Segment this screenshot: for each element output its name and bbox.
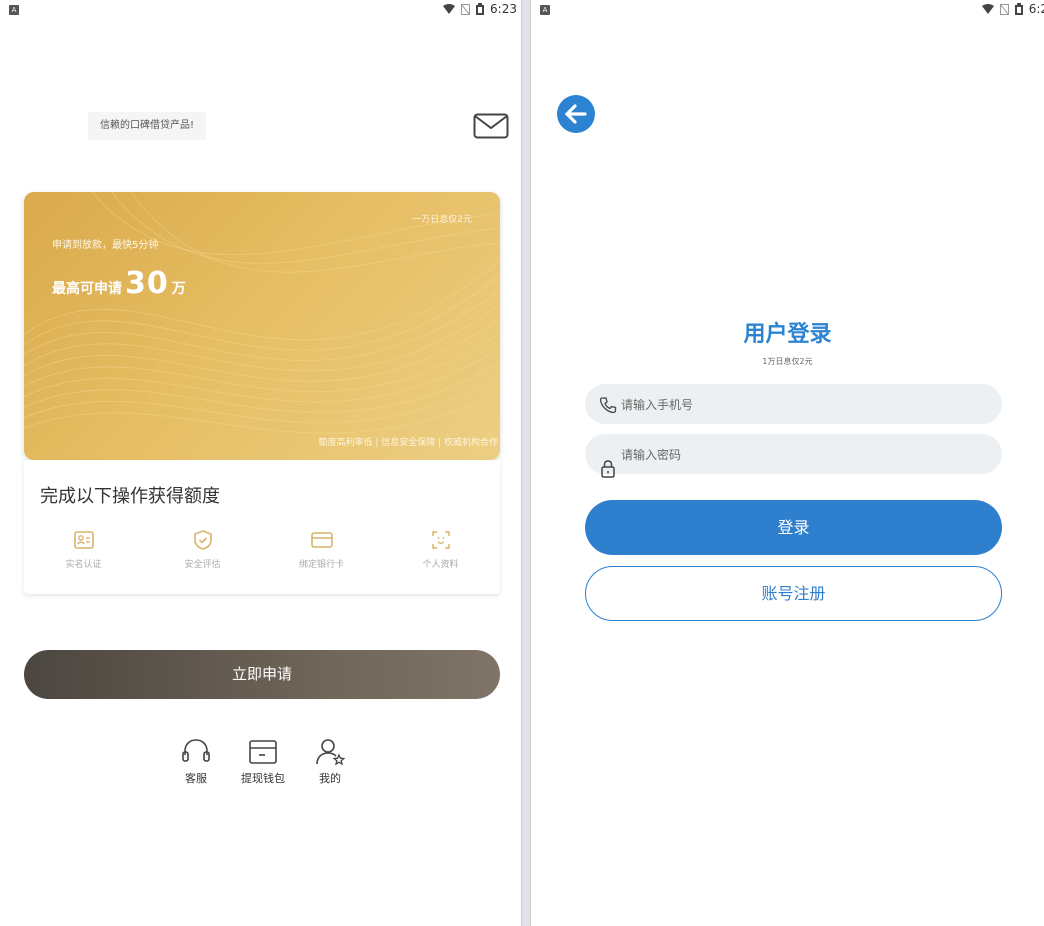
nav-profile[interactable]: 我的 [302,738,358,798]
password-placeholder: 请输入密码 [621,448,682,462]
card-max-amount: 最高可申请 30 万 [52,266,186,301]
task-label: 安全评估 [184,560,221,570]
screen-divider [521,0,531,926]
tasks-row: 实名认证 安全评估 绑定银行卡 个人资料 [24,530,500,570]
clock: 6:23 [490,2,517,16]
nav-label: 客服 [185,772,207,785]
back-button[interactable] [557,95,595,133]
card-wave-pattern [24,192,500,434]
login-button[interactable]: 登录 [585,500,1002,555]
id-card-icon [73,531,94,549]
arrow-left-icon [565,104,587,124]
task-label: 实名认证 [65,560,102,570]
bottom-nav: 客服 提现钱包 我的 [168,738,358,798]
wifi-icon [981,4,994,14]
max-prefix: 最高可申请 [52,281,122,297]
task-bind-card[interactable]: 绑定银行卡 [262,530,381,570]
clock: 6:2 [1028,2,1044,16]
home-screen: A 6:23 信赖的口碑借贷产品! 一万日息仅2元 申请到放款，最快5分钟 最高… [0,0,521,926]
max-number: 30 [125,266,169,301]
nav-customer-service[interactable]: 客服 [168,738,224,798]
status-bar: A 6:23 [0,0,521,20]
register-button[interactable]: 账号注册 [585,566,1002,621]
status-icons: 6:23 [443,2,517,16]
face-scan-icon [431,531,450,549]
card-rate-note: 一万日息仅2元 [412,215,472,225]
nav-label: 提现钱包 [241,772,285,785]
status-bar: A 6:2 [531,0,1044,20]
bank-card-icon [310,532,333,548]
lock-icon [601,460,615,478]
notification-badge: A [9,5,19,15]
card-subtitle: 申请到放款，最快5分钟 [52,240,159,251]
shield-check-icon [193,530,212,550]
max-unit: 万 [171,281,186,297]
tasks-panel: 完成以下操作获得额度 实名认证 安全评估 绑定银行卡 个人资料 [24,460,500,594]
task-security[interactable]: 安全评估 [143,530,262,570]
wallet-icon [249,740,277,764]
nav-wallet[interactable]: 提现钱包 [235,738,291,798]
task-label: 绑定银行卡 [298,560,344,570]
page-subtitle: 1万日息仅2元 [762,357,813,366]
no-sim-icon [461,3,471,15]
password-input[interactable]: 请输入密码 [585,434,1002,478]
battery-icon [1014,3,1023,15]
mail-icon[interactable] [473,113,509,139]
nav-label: 我的 [319,772,341,785]
credit-card-banner[interactable]: 一万日息仅2元 申请到放款，最快5分钟 最高可申请 30 万 额度高利率低 | … [24,192,500,460]
battery-icon [476,3,485,15]
card-features: 额度高利率低 | 信息安全保障 | 权威机构合作 [318,438,498,448]
status-icons: 6:2 [981,2,1044,16]
task-profile[interactable]: 个人资料 [381,530,500,570]
phone-input[interactable]: 请输入手机号 [585,384,1002,424]
task-label: 个人资料 [422,560,459,570]
page-title: 用户登录 [743,322,832,347]
slogan-banner: 信赖的口碑借贷产品! [88,112,206,140]
task-real-name[interactable]: 实名认证 [24,530,143,570]
no-sim-icon [999,3,1009,15]
user-star-icon [316,739,346,766]
phone-placeholder: 请输入手机号 [621,398,694,412]
login-screen: A 6:2 用户登录 1万日息仅2元 请输入手机号 请输入密码 登录 账号注册 [531,0,1044,926]
apply-now-button[interactable]: 立即申请 [24,650,500,699]
phone-icon [599,397,617,414]
wifi-icon [443,4,456,14]
notification-badge: A [540,5,550,15]
headset-icon [182,739,210,762]
tasks-title: 完成以下操作获得额度 [40,486,220,507]
